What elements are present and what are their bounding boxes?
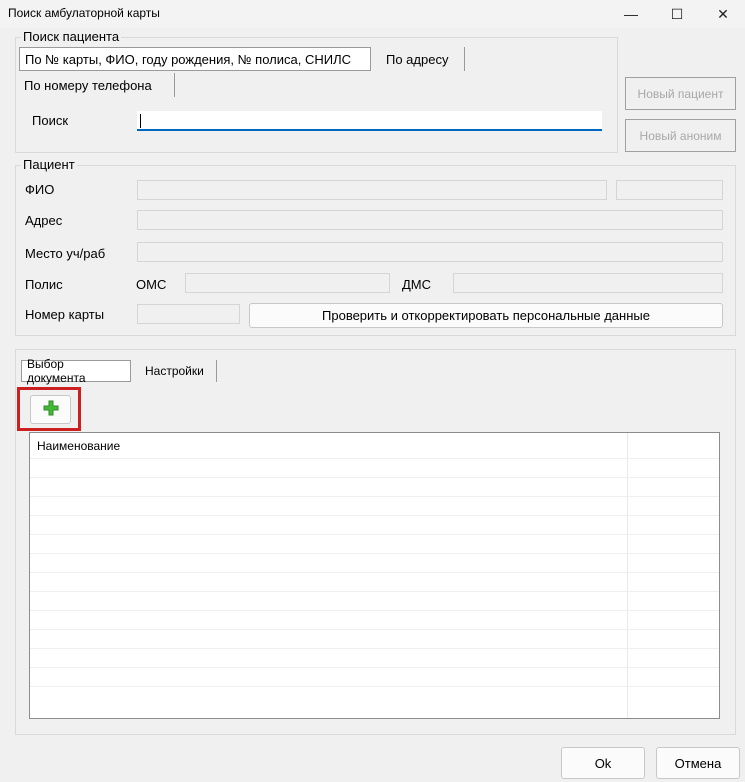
documents-grid: Наименование xyxy=(29,432,720,719)
minimize-button[interactable]: — xyxy=(608,0,654,28)
policy-label: Полис xyxy=(25,277,63,292)
dms-field[interactable] xyxy=(453,273,723,293)
text-cursor xyxy=(140,114,141,128)
address-label: Адрес xyxy=(25,213,63,228)
grid-row xyxy=(30,496,719,497)
tab-search-by-phone[interactable]: По номеру телефона xyxy=(19,73,175,97)
add-document-button[interactable] xyxy=(30,395,71,424)
new-anonymous-button[interactable]: Новый аноним xyxy=(625,119,736,152)
grid-row xyxy=(30,591,719,592)
verify-data-button[interactable]: Проверить и откорректировать персональны… xyxy=(249,303,723,328)
grid-row xyxy=(30,629,719,630)
grid-row xyxy=(30,477,719,478)
card-number-field[interactable] xyxy=(137,304,240,324)
close-button[interactable]: ✕ xyxy=(700,0,745,28)
column-header-name: Наименование xyxy=(37,439,121,453)
oms-field[interactable] xyxy=(185,273,390,293)
grid-row xyxy=(30,667,719,668)
grid-row xyxy=(30,572,719,573)
window-title: Поиск амбулаторной карты xyxy=(8,6,160,20)
birth-year-field[interactable] xyxy=(616,180,723,200)
dms-label: ДМС xyxy=(402,277,432,292)
ok-button[interactable]: Ok xyxy=(561,747,645,779)
plus-icon xyxy=(43,400,59,419)
new-patient-button[interactable]: Новый пациент xyxy=(625,77,736,110)
tab-settings[interactable]: Настройки xyxy=(140,360,217,382)
grid-row xyxy=(30,610,719,611)
search-label: Поиск xyxy=(32,113,69,128)
grid-row xyxy=(30,553,719,554)
search-legend: Поиск пациента xyxy=(21,29,122,44)
grid-row xyxy=(30,686,719,687)
grid-row xyxy=(30,458,719,459)
maximize-button[interactable]: ☐ xyxy=(654,0,700,28)
tab-search-by-address[interactable]: По адресу xyxy=(381,47,465,71)
oms-label: ОМС xyxy=(136,277,167,292)
minimize-icon: — xyxy=(624,6,638,22)
address-field[interactable] xyxy=(137,210,723,230)
tab-search-by-card[interactable]: По № карты, ФИО, году рождения, № полиса… xyxy=(19,47,371,71)
column-divider xyxy=(627,433,628,718)
tab-document-select[interactable]: Выбор документа xyxy=(21,357,131,385)
fio-field[interactable] xyxy=(137,180,607,200)
cancel-button[interactable]: Отмена xyxy=(656,747,740,779)
close-icon: ✕ xyxy=(717,5,729,22)
fio-label: ФИО xyxy=(25,182,55,197)
grid-row xyxy=(30,648,719,649)
grid-row xyxy=(30,515,719,516)
card-number-label: Номер карты xyxy=(25,307,105,322)
search-input[interactable] xyxy=(137,111,602,131)
maximize-icon: ☐ xyxy=(670,5,684,22)
grid-row xyxy=(30,534,719,535)
work-field[interactable] xyxy=(137,242,723,262)
work-label: Место уч/раб xyxy=(25,246,106,261)
patient-legend: Пациент xyxy=(21,157,77,172)
